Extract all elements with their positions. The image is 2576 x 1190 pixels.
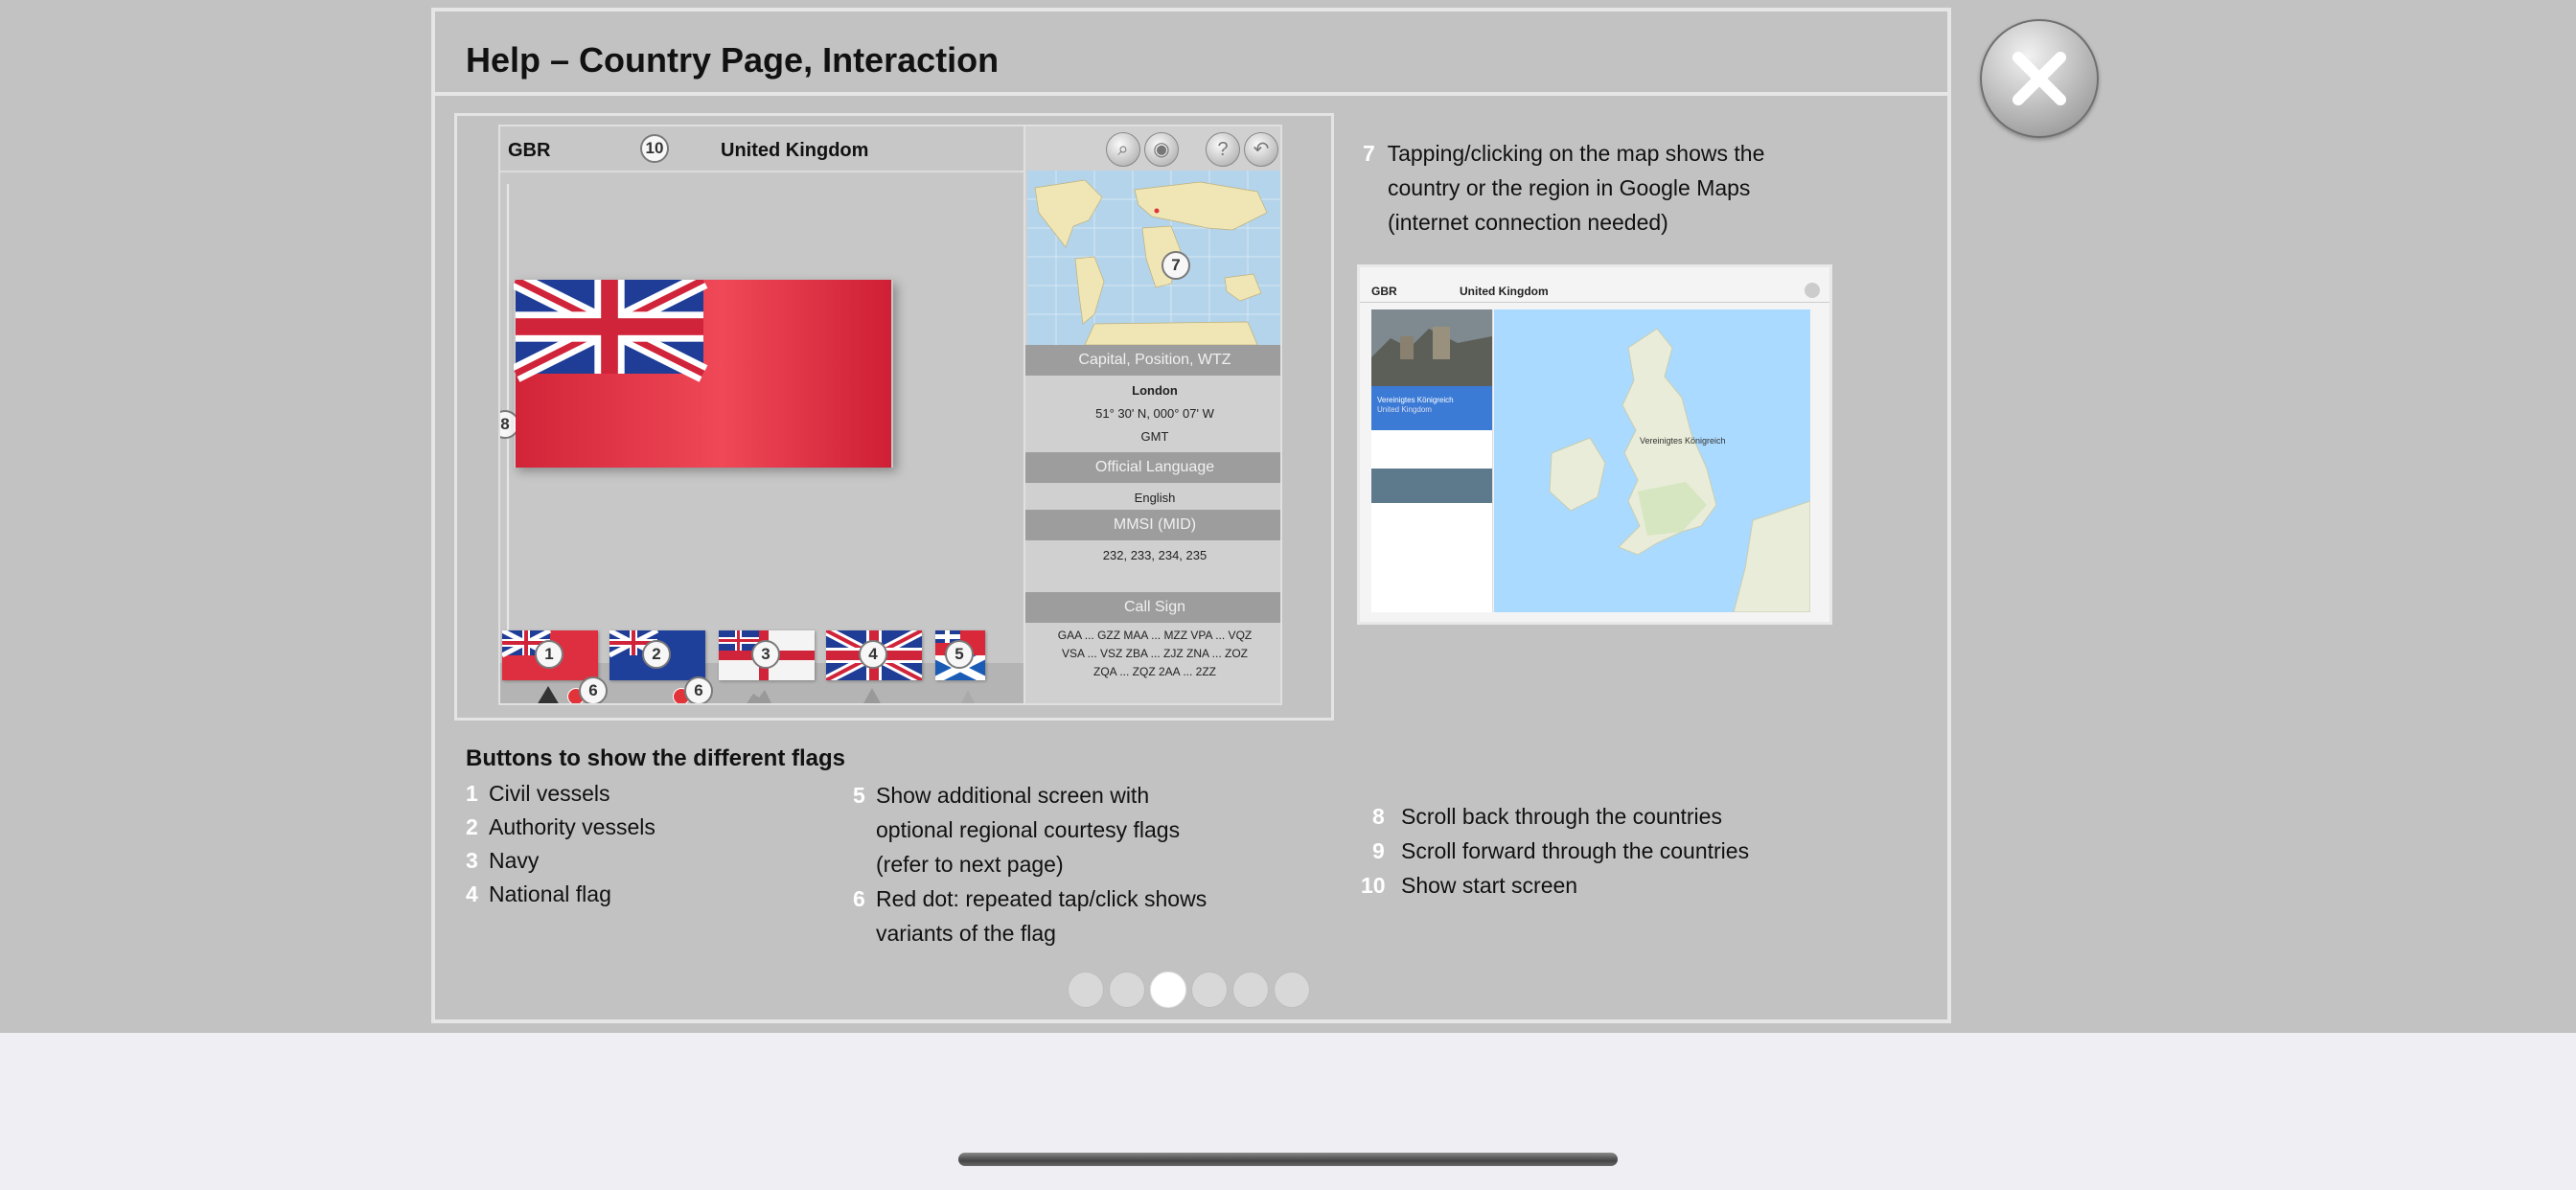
- badge-3: 3: [751, 640, 780, 669]
- note-line: country or the region in Google Maps: [1388, 175, 1751, 200]
- note-number: 7: [1363, 141, 1375, 166]
- close-x-icon: [2012, 52, 2066, 105]
- legend-item: 5 Show additional screen with: [853, 783, 1150, 808]
- badge-7: 7: [1162, 251, 1190, 280]
- section-heading: MMSI (MID): [1025, 510, 1280, 540]
- legend-item: 4 National flag: [466, 881, 611, 906]
- badge-6: 6: [684, 676, 713, 703]
- badge-4: 4: [859, 640, 887, 669]
- red-ensign-flag: [514, 280, 891, 468]
- map-label: Vereinigtes Königreich: [1640, 436, 1726, 446]
- legend-item: optional regional courtesy flags: [876, 817, 1181, 842]
- close-icon: [1805, 283, 1820, 298]
- call-sign-line: ZQA ... ZQZ 2AA ... 2ZZ: [1092, 665, 1217, 678]
- page-title: Help – Country Page, Interaction: [466, 40, 1000, 80]
- page-dot-3[interactable]: [1150, 972, 1186, 1008]
- section-heading: Official Language: [1025, 452, 1280, 483]
- mount-icon: [746, 686, 772, 703]
- panel-title: Vereinigtes Königreich: [1377, 396, 1454, 404]
- legend-item: 10 Show start screen: [1361, 873, 1578, 898]
- legend-item: 1 Civil vessels: [466, 781, 610, 806]
- back-icon[interactable]: ↶: [1244, 132, 1278, 167]
- badge-10[interactable]: 10: [640, 134, 669, 163]
- help-icon[interactable]: ?: [1206, 132, 1240, 167]
- home-indicator[interactable]: [958, 1153, 1618, 1166]
- legend-heading: Buttons to show the different flags: [466, 745, 845, 771]
- page-dot-2[interactable]: [1109, 972, 1145, 1008]
- badge-2: 2: [642, 640, 671, 669]
- shot-code: GBR: [1371, 285, 1397, 298]
- legend-item: 2 Authority vessels: [466, 814, 656, 839]
- chevron-left-icon[interactable]: ‹: [498, 378, 499, 415]
- legend-item: 6 Red dot: repeated tap/click shows: [853, 886, 1208, 911]
- country-page-preview: GBR United Kingdom 10 ‹ 8 › 9: [498, 125, 1282, 705]
- mmsi: 232, 233, 234, 235: [1102, 548, 1208, 562]
- badge-1: 1: [535, 640, 564, 669]
- close-button[interactable]: [1980, 19, 2099, 138]
- section-heading: Call Sign: [1025, 592, 1280, 623]
- page-dot-1[interactable]: [1068, 972, 1104, 1008]
- country-name: United Kingdom: [721, 140, 869, 161]
- badge-6: 6: [579, 676, 608, 703]
- search-icon[interactable]: ⌕: [1106, 132, 1140, 167]
- mount-icon: [859, 686, 886, 703]
- legend-item: 8 Scroll back through the countries: [1372, 804, 1722, 829]
- dialog-header: Help – Country Page, Interaction: [435, 11, 1947, 96]
- legend-item: 3 Navy: [466, 848, 540, 873]
- position: 51° 30' N, 000° 07' W: [1095, 406, 1214, 421]
- panel-subtitle: United Kingdom: [1377, 405, 1432, 414]
- page-dot-5[interactable]: [1232, 972, 1269, 1008]
- call-sign-line: VSA ... VSZ ZBA ... ZJZ ZNA ... ZOZ: [1061, 647, 1249, 660]
- place-panel: Vereinigtes Königreich United Kingdom: [1371, 309, 1493, 612]
- preview-header: GBR United Kingdom: [500, 126, 1024, 172]
- note-line: (internet connection needed): [1388, 210, 1668, 235]
- legend-item: variants of the flag: [876, 921, 1056, 946]
- legend-item: (refer to next page): [876, 852, 1064, 877]
- world-map[interactable]: [1027, 171, 1282, 345]
- page-dot-6[interactable]: [1274, 972, 1310, 1008]
- mount-icon: [535, 686, 562, 703]
- legend-item: 9 Scroll forward through the countries: [1372, 838, 1750, 863]
- eye-icon[interactable]: ◉: [1144, 132, 1179, 167]
- mount-icon: [954, 686, 981, 703]
- uk-map: Vereinigtes Königreich: [1494, 309, 1810, 612]
- capital: London: [1132, 383, 1178, 398]
- badge-5: 5: [945, 640, 974, 669]
- language: English: [1134, 491, 1176, 505]
- note-line: Tapping/clicking on the map shows the: [1387, 141, 1765, 166]
- page-dot-4[interactable]: [1191, 972, 1228, 1008]
- castle-photo: [1371, 309, 1492, 386]
- google-maps-screenshot: GBR United Kingdom Vereinigtes Königreic…: [1357, 264, 1832, 625]
- country-code: GBR: [508, 140, 551, 161]
- time-zone: GMT: [1140, 429, 1169, 444]
- section-heading: Capital, Position, WTZ: [1025, 345, 1280, 376]
- map-note: 7 Tapping/clicking on the map shows the …: [1363, 136, 1764, 240]
- shot-country: United Kingdom: [1460, 285, 1549, 298]
- call-sign-line: GAA ... GZZ MAA ... MZZ VPA ... VQZ: [1057, 629, 1253, 642]
- info-panel: ⌕ ◉ ? ↶ 7 Capital, Position, WTZ London …: [1024, 126, 1282, 703]
